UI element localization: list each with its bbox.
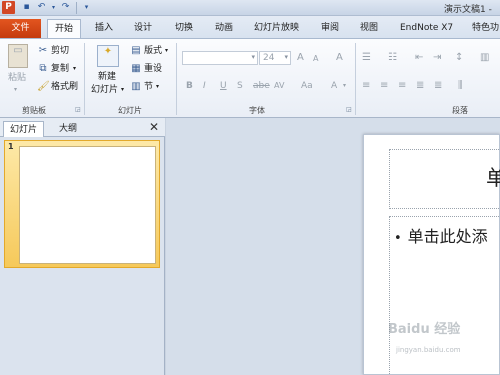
powerpoint-logo-icon[interactable]: P <box>2 1 15 14</box>
baidu-watermark: Baidu 经验 <box>388 322 461 337</box>
font-dialog-launcher-icon[interactable]: ◲ <box>346 106 352 113</box>
qat-separator <box>76 2 77 14</box>
new-slide-button[interactable]: 幻灯片 <box>91 84 118 96</box>
chevron-down-icon[interactable]: ▾ <box>251 53 255 61</box>
body-prompt-text: 单击此处添 <box>407 227 488 246</box>
tab-view[interactable]: 视图 <box>360 19 378 38</box>
scissors-icon[interactable]: ✂ <box>37 45 49 57</box>
section-icon[interactable]: ▥ <box>130 81 142 93</box>
paste-icon[interactable]: ▭ <box>8 44 28 68</box>
font-size-value: 24 <box>263 53 275 63</box>
numbering-icon[interactable]: ☷ <box>388 52 397 64</box>
ribbon: ▭ 粘贴 ▾ ✂ 剪切 ⧉ 复制 ▾ 🖌 格式刷 剪贴板 ◲ ✦ 新建 幻灯片 … <box>0 38 500 118</box>
reset-button[interactable]: 重设 <box>144 63 162 75</box>
clipboard-group-label: 剪贴板 <box>22 106 46 115</box>
tab-home[interactable]: 开始 <box>47 19 82 38</box>
tab-file[interactable]: 文件 <box>0 19 41 38</box>
change-case-button[interactable]: Aa <box>301 80 313 92</box>
format-painter-button[interactable]: 格式刷 <box>51 81 78 93</box>
tab-animations[interactable]: 动画 <box>215 19 233 38</box>
tab-slides-pane[interactable]: 幻灯片 <box>3 121 45 137</box>
slides-pane: 幻灯片 大纲 ✕ 1 <box>0 118 165 375</box>
group-separator <box>84 43 85 115</box>
undo-dropdown-icon[interactable]: ▾ <box>48 2 59 13</box>
redo-icon[interactable]: ↷ <box>60 2 71 13</box>
align-right-icon[interactable]: ≡ <box>398 80 406 92</box>
paste-dropdown-icon[interactable]: ▾ <box>14 84 17 96</box>
group-separator <box>176 43 177 115</box>
section-dropdown-icon[interactable]: ▾ <box>156 81 159 93</box>
align-left-icon[interactable]: ≡ <box>362 80 370 92</box>
slide-number: 1 <box>8 142 14 151</box>
new-slide-dropdown-icon[interactable]: ▾ <box>121 84 124 96</box>
align-center-icon[interactable]: ≡ <box>380 80 388 92</box>
copy-button[interactable]: 复制 <box>51 63 69 75</box>
tab-slideshow[interactable]: 幻灯片放映 <box>254 19 299 38</box>
close-icon[interactable]: ✕ <box>149 120 159 134</box>
bold-button[interactable]: B <box>186 80 193 92</box>
clipboard-dialog-launcher-icon[interactable]: ◲ <box>75 106 81 113</box>
bullets-icon[interactable]: ☰ <box>362 52 371 64</box>
slide-thumbnail-preview[interactable] <box>19 146 156 264</box>
font-group-label: 字体 <box>249 106 265 115</box>
increase-indent-icon[interactable]: ⇥ <box>433 52 441 64</box>
section-button[interactable]: 节 <box>144 81 153 93</box>
chevron-down-icon[interactable]: ▾ <box>284 53 288 61</box>
font-size-combo[interactable]: 24 ▾ <box>259 51 291 65</box>
tab-endnote[interactable]: EndNote X7 <box>400 19 453 38</box>
tab-review[interactable]: 审阅 <box>321 19 339 38</box>
decrease-indent-icon[interactable]: ⇤ <box>415 52 423 64</box>
tab-insert[interactable]: 插入 <box>95 19 113 38</box>
text-shadow-button[interactable]: S <box>237 80 243 92</box>
slide-thumbnail-selected[interactable]: 1 <box>4 140 160 268</box>
character-spacing-button[interactable]: AV <box>274 80 284 92</box>
paste-button[interactable]: 粘贴 <box>8 72 26 84</box>
underline-button[interactable]: U <box>220 80 227 92</box>
italic-button[interactable]: I <box>203 80 206 92</box>
copy-dropdown-icon[interactable]: ▾ <box>73 63 76 75</box>
cut-button[interactable]: 剪切 <box>51 45 69 57</box>
pane-tabs: 幻灯片 大纲 ✕ <box>0 118 165 137</box>
shrink-font-button[interactable]: A <box>313 53 318 65</box>
title-bar: P ▪ ↶ ▾ ↷ ▾ 演示文稿1 - <box>0 0 500 16</box>
layout-icon[interactable]: ▤ <box>130 45 142 57</box>
reset-icon[interactable]: ▦ <box>130 63 142 75</box>
font-color-dropdown-icon[interactable]: ▾ <box>343 80 346 92</box>
justify-icon[interactable]: ≣ <box>416 80 424 92</box>
slide-canvas[interactable]: • 单击此处添 <box>363 134 500 375</box>
group-separator <box>355 43 356 115</box>
baidu-watermark-url: jingyan.baidu.com <box>396 346 461 354</box>
layout-dropdown-icon[interactable]: ▾ <box>165 45 168 57</box>
layout-button[interactable]: 版式 <box>144 45 162 57</box>
slides-group-label: 幻灯片 <box>118 106 142 115</box>
clear-formatting-button[interactable]: A <box>336 52 343 64</box>
bullet-icon: • <box>394 231 402 246</box>
distributed-icon[interactable]: ≣ <box>434 80 442 92</box>
font-name-combo[interactable]: ▾ <box>182 51 258 65</box>
format-painter-icon[interactable]: 🖌 <box>37 81 50 93</box>
save-icon[interactable]: ▪ <box>21 2 32 13</box>
font-color-button[interactable]: A <box>331 80 337 92</box>
tab-transitions[interactable]: 切换 <box>175 19 193 38</box>
column-layout-icon[interactable]: ⫼ <box>458 80 463 92</box>
tab-design[interactable]: 设计 <box>134 19 152 38</box>
content-placeholder-text: • 单击此处添 <box>394 223 488 247</box>
title-placeholder-text: 单 <box>486 166 500 190</box>
customize-qat-icon[interactable]: ▾ <box>81 2 92 13</box>
window-title: 演示文稿1 - <box>444 5 492 15</box>
strikethrough-button[interactable]: abe <box>253 80 270 92</box>
grow-font-button[interactable]: A <box>297 52 304 64</box>
title-placeholder[interactable] <box>389 149 500 209</box>
tab-special[interactable]: 特色功 <box>472 19 499 38</box>
new-slide-icon[interactable]: ✦ <box>97 45 119 67</box>
columns-icon[interactable]: ▥ <box>480 52 489 64</box>
undo-icon[interactable]: ↶ <box>36 2 47 13</box>
copy-icon[interactable]: ⧉ <box>37 63 49 75</box>
line-spacing-icon[interactable]: ↕ <box>455 52 463 64</box>
ribbon-tab-row: 文件 开始 插入 设计 切换 动画 幻灯片放映 审阅 视图 EndNote X7… <box>0 16 500 38</box>
paragraph-group-label: 段落 <box>452 106 468 115</box>
new-slide-label-1[interactable]: 新建 <box>98 71 116 83</box>
tab-outline-pane[interactable]: 大纲 <box>53 121 83 137</box>
